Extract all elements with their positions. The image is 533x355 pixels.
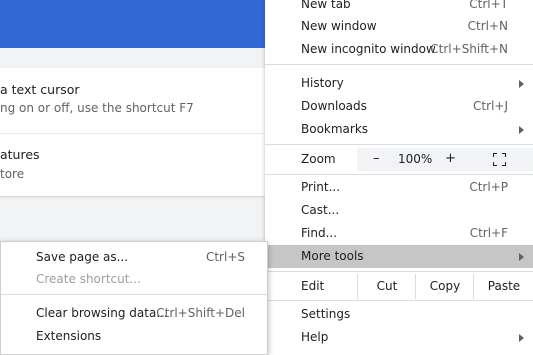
menu-item-help[interactable]: Help <box>265 326 533 349</box>
submenu-item-shortcut: Ctrl+S <box>205 250 245 264</box>
menu-item-label: History <box>301 76 344 90</box>
menu-item-label: Print... <box>301 180 341 194</box>
menu-item-new-incognito-window[interactable]: New incognito window Ctrl+Shift+N <box>265 38 533 61</box>
menu-item-print[interactable]: Print... Ctrl+P <box>265 176 533 199</box>
menu-item-label: More tools <box>301 249 364 263</box>
caret-browsing-title[interactable]: a text cursor <box>0 82 80 97</box>
menu-item-label: Cast... <box>301 203 340 217</box>
menu-separator <box>265 174 533 175</box>
features-description: tore <box>0 167 25 181</box>
submenu-item-extensions[interactable]: Extensions <box>1 326 267 348</box>
zoom-in-button[interactable]: + <box>445 151 456 166</box>
menu-separator <box>265 64 533 65</box>
chrome-main-menu: New tab Ctrl+T New window Ctrl+N New inc… <box>265 0 533 355</box>
menu-separator <box>265 144 533 145</box>
menu-separator <box>265 271 533 272</box>
more-tools-submenu: Save page as... Ctrl+S Create shortcut..… <box>0 241 268 355</box>
menu-item-shortcut: Ctrl+T <box>469 0 508 11</box>
chevron-right-icon <box>519 334 524 342</box>
submenu-item-label: Save page as... <box>36 250 129 264</box>
cut-button[interactable]: Cut <box>357 274 416 299</box>
menu-item-label: Bookmarks <box>301 122 369 136</box>
menu-item-shortcut: Ctrl+N <box>467 19 508 33</box>
menu-item-label: New window <box>301 19 377 33</box>
submenu-item-shortcut: Ctrl+Shift+Del <box>156 306 245 320</box>
menu-item-shortcut: Ctrl+P <box>469 180 508 194</box>
edit-label: Edit <box>301 279 325 293</box>
fullscreen-icon[interactable] <box>493 153 506 166</box>
copy-button[interactable]: Copy <box>415 274 474 299</box>
menu-item-settings[interactable]: Settings <box>265 303 533 326</box>
menu-edit-row: Edit Cut Copy Paste <box>265 274 533 299</box>
menu-item-bookmarks[interactable]: Bookmarks <box>265 118 533 141</box>
menu-item-downloads[interactable]: Downloads Ctrl+J <box>265 95 533 118</box>
caret-browsing-description: ng on or off, use the shortcut F7 <box>0 101 194 115</box>
chevron-right-icon <box>519 253 524 261</box>
menu-item-more-tools[interactable]: More tools <box>265 245 533 268</box>
menu-item-shortcut: Ctrl+J <box>473 99 508 113</box>
menu-item-label: New tab <box>301 0 351 11</box>
menu-item-label: Settings <box>301 307 351 321</box>
page-header-bar <box>0 0 265 48</box>
zoom-level: 100% <box>398 152 433 166</box>
menu-separator <box>1 294 267 295</box>
menu-item-history[interactable]: History <box>265 72 533 95</box>
menu-item-label: Help <box>301 330 329 344</box>
menu-item-new-tab[interactable]: New tab Ctrl+T <box>265 0 533 16</box>
card-divider <box>0 133 265 134</box>
menu-item-shortcut: Ctrl+F <box>469 226 508 240</box>
menu-item-label: Downloads <box>301 99 367 113</box>
features-title[interactable]: atures <box>0 147 40 162</box>
submenu-item-clear-browsing-data[interactable]: Clear browsing data... Ctrl+Shift+Del <box>1 303 267 325</box>
paste-button[interactable]: Paste <box>473 274 533 299</box>
menu-item-label: New incognito window <box>301 42 436 56</box>
menu-item-shortcut: Ctrl+Shift+N <box>430 42 508 56</box>
menu-separator <box>265 300 533 301</box>
menu-item-cast[interactable]: Cast... <box>265 199 533 222</box>
menu-item-label: Find... <box>301 226 338 240</box>
submenu-item-save-page[interactable]: Save page as... Ctrl+S <box>1 247 267 269</box>
submenu-item-label: Create shortcut... <box>36 272 141 286</box>
zoom-label: Zoom <box>301 152 336 166</box>
zoom-out-button[interactable]: – <box>373 151 380 166</box>
chevron-right-icon <box>519 80 524 88</box>
submenu-item-label: Extensions <box>36 329 102 343</box>
submenu-item-create-shortcut: Create shortcut... <box>1 269 267 291</box>
submenu-item-label: Clear browsing data... <box>36 306 168 320</box>
chevron-right-icon <box>519 126 524 134</box>
menu-item-new-window[interactable]: New window Ctrl+N <box>265 15 533 38</box>
menu-zoom-row: Zoom – 100% + <box>265 148 533 171</box>
menu-item-find[interactable]: Find... Ctrl+F <box>265 222 533 245</box>
